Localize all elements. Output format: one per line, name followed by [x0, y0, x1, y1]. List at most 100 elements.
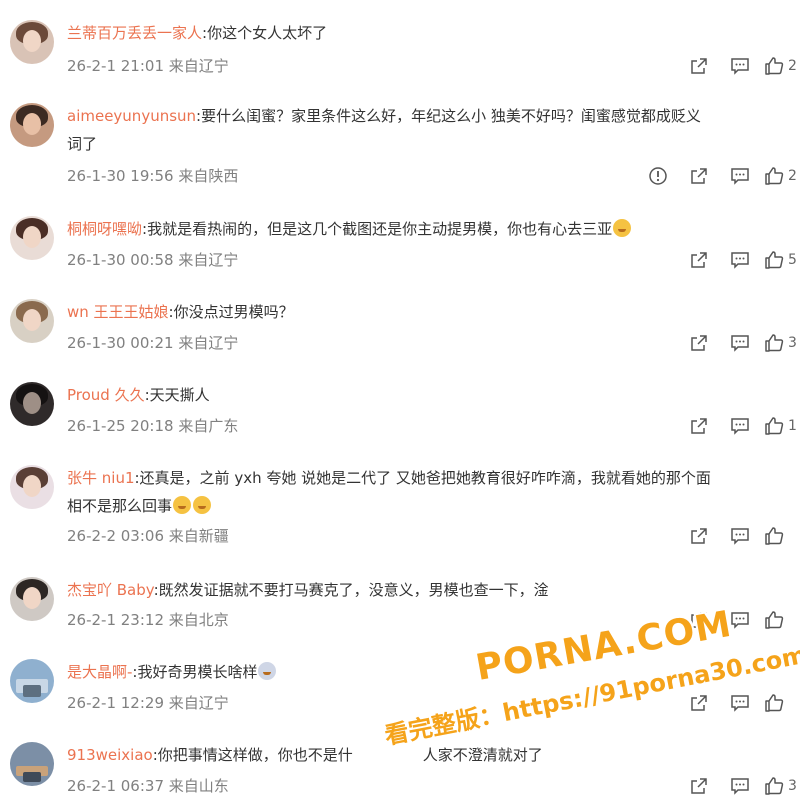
comment-text-line: 913weixiao:你把事情这样做，你也不是什 人家不澄清就对了: [67, 742, 792, 768]
share-icon: [690, 778, 707, 794]
report-button[interactable]: [637, 164, 678, 188]
comment-actions: 1: [678, 414, 800, 438]
emoji-icon: [258, 662, 277, 680]
timestamp: 26-2-1 12:29: [67, 694, 164, 712]
avatar[interactable]: [10, 577, 54, 621]
comment-actions: 3: [678, 774, 800, 798]
comment-button[interactable]: [719, 608, 760, 632]
report-icon: [648, 167, 667, 185]
comment-icon: [730, 528, 749, 545]
username-link[interactable]: wn 王王王姑娘: [67, 303, 169, 321]
comment-meta: 26-1-30 00:58 来自辽宁: [67, 250, 238, 270]
like-count: 1: [788, 418, 797, 434]
share-button[interactable]: [678, 54, 719, 78]
comment-meta: 26-2-1 06:37 来自山东: [67, 776, 229, 796]
thumbs-up-icon: [765, 334, 784, 352]
thumbs-up-icon: [765, 251, 784, 269]
comment-button[interactable]: [719, 248, 760, 272]
share-button[interactable]: [678, 331, 719, 355]
share-button[interactable]: [678, 524, 719, 548]
thumbs-up-icon: [765, 777, 784, 795]
like-count: 5: [788, 252, 797, 268]
thumbs-up-icon: [765, 167, 784, 185]
comment-button[interactable]: [719, 164, 760, 188]
username-link[interactable]: 913weixiao: [67, 746, 153, 764]
emoji-icon: [613, 219, 632, 237]
username-link[interactable]: aimeeyunyunsun: [67, 107, 196, 125]
comment-text: 人家不澄清就对了: [422, 746, 543, 764]
comment-text: :你把事情这样做，你也不是什: [152, 746, 353, 764]
username-link[interactable]: 张牛 niu1: [67, 469, 135, 487]
avatar[interactable]: [10, 742, 54, 786]
comment-button[interactable]: [719, 54, 760, 78]
comment-text: :还真是，之前 yxh 夸她 说她是二代了 又她爸把她教育很好咋咋滴，我就看她的…: [134, 469, 711, 487]
comment-text-line: wn 王王王姑娘:你没点过男模吗？: [67, 299, 792, 325]
comment-text-line: 兰蒂百万丢丢一家人:你这个女人太坏了: [67, 20, 792, 46]
location: 来自辽宁: [178, 334, 239, 352]
share-button[interactable]: [678, 691, 719, 715]
avatar[interactable]: [10, 216, 54, 260]
comment-meta: 26-1-25 20:18 来自广东: [67, 416, 238, 436]
comment-text-line: 桐桐呀嘿呦:我就是看热闹的，但是这几个截图还是你主动提男模，你也有心去三亚: [67, 216, 792, 242]
avatar[interactable]: [10, 299, 54, 343]
avatar[interactable]: [10, 382, 54, 426]
comment-icon: [730, 612, 749, 629]
comment-button[interactable]: [719, 331, 760, 355]
like-button[interactable]: 5: [760, 248, 800, 272]
comment-button[interactable]: [719, 691, 760, 715]
like-button[interactable]: [760, 524, 800, 548]
comment-button[interactable]: [719, 774, 760, 798]
username-link[interactable]: 桐桐呀嘿呦: [67, 220, 142, 238]
timestamp: 26-2-1 23:12: [67, 611, 164, 629]
like-count: 3: [788, 778, 797, 794]
like-button[interactable]: [760, 691, 800, 715]
like-button[interactable]: 3: [760, 774, 800, 798]
share-icon: [690, 612, 707, 628]
location: 来自北京: [168, 611, 229, 629]
comment-text: :要什么闺蜜？家里条件这么好，年纪这么小 独美不好吗？闺蜜感觉都成贬义: [196, 107, 701, 125]
like-button[interactable]: 1: [760, 414, 800, 438]
comment-text: 词了: [67, 135, 98, 153]
location: 来自辽宁: [168, 694, 229, 712]
username-link[interactable]: Proud 久久: [67, 386, 145, 404]
comment-actions: [678, 608, 800, 632]
share-icon: [690, 418, 707, 434]
comment-button[interactable]: [719, 524, 760, 548]
share-icon: [690, 168, 707, 184]
avatar[interactable]: [10, 103, 54, 147]
share-button[interactable]: [678, 608, 719, 632]
comment-text: :天天撕人: [144, 386, 210, 404]
like-button[interactable]: 3: [760, 331, 800, 355]
comment-button[interactable]: [719, 414, 760, 438]
location: 来自辽宁: [168, 57, 229, 75]
username-link[interactable]: 兰蒂百万丢丢一家人: [67, 24, 202, 42]
location: 来自陕西: [178, 167, 239, 185]
timestamp: 26-1-30 00:21: [67, 334, 174, 352]
like-button[interactable]: 2: [760, 54, 800, 78]
share-button[interactable]: [678, 414, 719, 438]
comment-text: :我好奇男模长啥样: [132, 663, 258, 681]
share-button[interactable]: [678, 164, 719, 188]
comment-icon: [730, 58, 749, 75]
like-button[interactable]: [760, 608, 800, 632]
comment-feed: 兰蒂百万丢丢一家人:你这个女人太坏了 26-2-1 21:01 来自辽宁 2 a…: [0, 0, 800, 800]
like-count: 3: [788, 335, 797, 351]
comment-icon: [730, 168, 749, 185]
avatar[interactable]: [10, 659, 54, 703]
share-icon: [690, 58, 707, 74]
username-link[interactable]: 杰宝吖 Baby: [67, 581, 154, 599]
avatar[interactable]: [10, 20, 54, 64]
timestamp: 26-1-25 20:18: [67, 417, 174, 435]
timestamp: 26-2-2 03:06: [67, 527, 164, 545]
thumbs-up-icon: [765, 527, 784, 545]
comment-text: :我就是看热闹的，但是这几个截图还是你主动提男模，你也有心去三亚: [142, 220, 613, 238]
share-button[interactable]: [678, 774, 719, 798]
avatar[interactable]: [10, 465, 54, 509]
like-button[interactable]: 2: [760, 164, 800, 188]
comment-text: :你这个女人太坏了: [202, 24, 328, 42]
username-link[interactable]: 是大晶啊-: [67, 663, 132, 681]
share-button[interactable]: [678, 248, 719, 272]
share-icon: [690, 695, 707, 711]
comment-text-line: Proud 久久:天天撕人: [67, 382, 792, 408]
comment-actions: [678, 691, 800, 715]
